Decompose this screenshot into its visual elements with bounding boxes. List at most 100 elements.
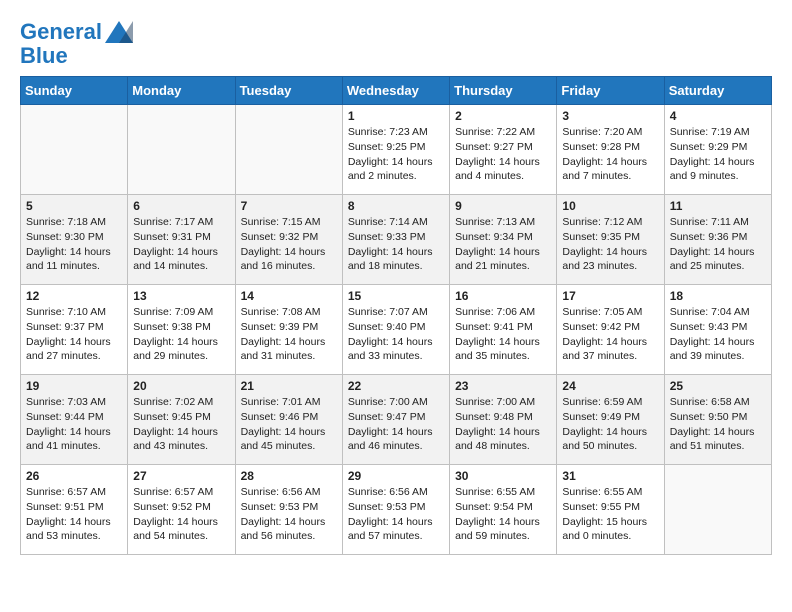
- day-info: Sunrise: 7:12 AM Sunset: 9:35 PM Dayligh…: [562, 215, 658, 274]
- calendar-cell: 20Sunrise: 7:02 AM Sunset: 9:45 PM Dayli…: [128, 375, 235, 465]
- calendar-cell: 4 Sunrise: 7:19 AM Sunset: 9:29 PM Daylig…: [664, 105, 771, 195]
- day-info: Sunrise: 6:56 AM Sunset: 9:53 PM Dayligh…: [348, 485, 444, 544]
- calendar-week-4: 19 Sunrise: 7:03 AM Sunset: 9:44 PM Dayli…: [21, 375, 772, 465]
- day-number: 16: [455, 289, 551, 303]
- day-number: 15: [348, 289, 444, 303]
- calendar-cell: 30 Sunrise: 6:55 AM Sunset: 9:54 PM Dayli…: [450, 465, 557, 555]
- calendar-cell: 31 Sunrise: 6:55 AM Sunset: 9:55 PM Dayli…: [557, 465, 664, 555]
- day-number: 24: [562, 379, 658, 393]
- calendar-cell: 1 Sunrise: 7:23 AM Sunset: 9:25 PM Daylig…: [342, 105, 449, 195]
- day-number: 25: [670, 379, 766, 393]
- day-info: Sunrise: 6:57 AM Sunset: 9:52 PM Dayligh…: [133, 485, 229, 544]
- day-number: 9: [455, 199, 551, 213]
- weekday-header-row: SundayMondayTuesdayWednesdayThursdayFrid…: [21, 77, 772, 105]
- day-number: 27: [133, 469, 229, 483]
- day-number: 28: [241, 469, 337, 483]
- day-number: 8: [348, 199, 444, 213]
- calendar-week-1: 1 Sunrise: 7:23 AM Sunset: 9:25 PM Daylig…: [21, 105, 772, 195]
- day-info: Sunrise: 7:03 AM Sunset: 9:44 PM Dayligh…: [26, 395, 122, 454]
- weekday-header-saturday: Saturday: [664, 77, 771, 105]
- day-number: 21: [241, 379, 337, 393]
- calendar-cell: 23 Sunrise: 7:00 AM Sunset: 9:48 PM Dayli…: [450, 375, 557, 465]
- day-number: 1: [348, 109, 444, 123]
- day-info: Sunrise: 7:02 AM Sunset: 9:45 PM Dayligh…: [133, 395, 229, 454]
- day-number: 14: [241, 289, 337, 303]
- page-header: General Blue: [20, 20, 772, 68]
- weekday-header-friday: Friday: [557, 77, 664, 105]
- day-number: 30: [455, 469, 551, 483]
- calendar-cell: 25 Sunrise: 6:58 AM Sunset: 9:50 PM Dayli…: [664, 375, 771, 465]
- day-number: 5: [26, 199, 122, 213]
- calendar-cell: 26 Sunrise: 6:57 AM Sunset: 9:51 PM Dayli…: [21, 465, 128, 555]
- day-info: Sunrise: 6:57 AM Sunset: 9:51 PM Dayligh…: [26, 485, 122, 544]
- day-info: Sunrise: 7:04 AM Sunset: 9:43 PM Dayligh…: [670, 305, 766, 364]
- calendar-table: SundayMondayTuesdayWednesdayThursdayFrid…: [20, 76, 772, 555]
- day-number: 26: [26, 469, 122, 483]
- day-info: Sunrise: 7:05 AM Sunset: 9:42 PM Dayligh…: [562, 305, 658, 364]
- logo-icon: [105, 21, 133, 43]
- day-info: Sunrise: 7:00 AM Sunset: 9:48 PM Dayligh…: [455, 395, 551, 454]
- calendar-cell: 14 Sunrise: 7:08 AM Sunset: 9:39 PM Dayli…: [235, 285, 342, 375]
- calendar-cell: [235, 105, 342, 195]
- weekday-header-thursday: Thursday: [450, 77, 557, 105]
- calendar-week-3: 12Sunrise: 7:10 AM Sunset: 9:37 PM Dayli…: [21, 285, 772, 375]
- day-info: Sunrise: 7:19 AM Sunset: 9:29 PM Dayligh…: [670, 125, 766, 184]
- calendar-cell: 24 Sunrise: 6:59 AM Sunset: 9:49 PM Dayli…: [557, 375, 664, 465]
- logo-text: General: [20, 20, 102, 44]
- day-number: 3: [562, 109, 658, 123]
- day-info: Sunrise: 6:55 AM Sunset: 9:54 PM Dayligh…: [455, 485, 551, 544]
- day-info: Sunrise: 6:55 AM Sunset: 9:55 PM Dayligh…: [562, 485, 658, 544]
- day-info: Sunrise: 7:09 AM Sunset: 9:38 PM Dayligh…: [133, 305, 229, 364]
- day-number: 10: [562, 199, 658, 213]
- calendar-cell: 28 Sunrise: 6:56 AM Sunset: 9:53 PM Dayli…: [235, 465, 342, 555]
- calendar-cell: 2Sunrise: 7:22 AM Sunset: 9:27 PM Daylig…: [450, 105, 557, 195]
- day-number: 6: [133, 199, 229, 213]
- weekday-header-tuesday: Tuesday: [235, 77, 342, 105]
- day-info: Sunrise: 7:10 AM Sunset: 9:37 PM Dayligh…: [26, 305, 122, 364]
- calendar-cell: 12Sunrise: 7:10 AM Sunset: 9:37 PM Dayli…: [21, 285, 128, 375]
- day-info: Sunrise: 7:20 AM Sunset: 9:28 PM Dayligh…: [562, 125, 658, 184]
- day-number: 7: [241, 199, 337, 213]
- weekday-header-sunday: Sunday: [21, 77, 128, 105]
- day-info: Sunrise: 7:00 AM Sunset: 9:47 PM Dayligh…: [348, 395, 444, 454]
- calendar-cell: 22Sunrise: 7:00 AM Sunset: 9:47 PM Dayli…: [342, 375, 449, 465]
- calendar-week-5: 26 Sunrise: 6:57 AM Sunset: 9:51 PM Dayli…: [21, 465, 772, 555]
- calendar-cell: 9Sunrise: 7:13 AM Sunset: 9:34 PM Daylig…: [450, 195, 557, 285]
- day-info: Sunrise: 7:14 AM Sunset: 9:33 PM Dayligh…: [348, 215, 444, 274]
- calendar-cell: 17 Sunrise: 7:05 AM Sunset: 9:42 PM Dayli…: [557, 285, 664, 375]
- day-info: Sunrise: 7:01 AM Sunset: 9:46 PM Dayligh…: [241, 395, 337, 454]
- calendar-cell: 29 Sunrise: 6:56 AM Sunset: 9:53 PM Dayli…: [342, 465, 449, 555]
- day-number: 19: [26, 379, 122, 393]
- day-info: Sunrise: 6:59 AM Sunset: 9:49 PM Dayligh…: [562, 395, 658, 454]
- day-info: Sunrise: 7:08 AM Sunset: 9:39 PM Dayligh…: [241, 305, 337, 364]
- day-number: 13: [133, 289, 229, 303]
- calendar-cell: 5 Sunrise: 7:18 AM Sunset: 9:30 PM Daylig…: [21, 195, 128, 285]
- day-info: Sunrise: 6:56 AM Sunset: 9:53 PM Dayligh…: [241, 485, 337, 544]
- day-number: 29: [348, 469, 444, 483]
- day-info: Sunrise: 7:18 AM Sunset: 9:30 PM Dayligh…: [26, 215, 122, 274]
- calendar-cell: [128, 105, 235, 195]
- calendar-cell: 11Sunrise: 7:11 AM Sunset: 9:36 PM Dayli…: [664, 195, 771, 285]
- day-number: 31: [562, 469, 658, 483]
- weekday-header-wednesday: Wednesday: [342, 77, 449, 105]
- calendar-cell: 18 Sunrise: 7:04 AM Sunset: 9:43 PM Dayli…: [664, 285, 771, 375]
- day-number: 4: [670, 109, 766, 123]
- day-info: Sunrise: 7:23 AM Sunset: 9:25 PM Dayligh…: [348, 125, 444, 184]
- day-number: 17: [562, 289, 658, 303]
- day-number: 18: [670, 289, 766, 303]
- calendar-cell: 19 Sunrise: 7:03 AM Sunset: 9:44 PM Dayli…: [21, 375, 128, 465]
- calendar-cell: 8 Sunrise: 7:14 AM Sunset: 9:33 PM Daylig…: [342, 195, 449, 285]
- logo: General Blue: [20, 20, 133, 68]
- logo-blue-text: Blue: [20, 44, 133, 68]
- calendar-cell: [21, 105, 128, 195]
- day-info: Sunrise: 7:06 AM Sunset: 9:41 PM Dayligh…: [455, 305, 551, 364]
- day-info: Sunrise: 7:17 AM Sunset: 9:31 PM Dayligh…: [133, 215, 229, 274]
- calendar-cell: 10 Sunrise: 7:12 AM Sunset: 9:35 PM Dayli…: [557, 195, 664, 285]
- day-info: Sunrise: 7:15 AM Sunset: 9:32 PM Dayligh…: [241, 215, 337, 274]
- day-info: Sunrise: 6:58 AM Sunset: 9:50 PM Dayligh…: [670, 395, 766, 454]
- calendar-week-2: 5 Sunrise: 7:18 AM Sunset: 9:30 PM Daylig…: [21, 195, 772, 285]
- calendar-cell: 7 Sunrise: 7:15 AM Sunset: 9:32 PM Daylig…: [235, 195, 342, 285]
- calendar-cell: 21 Sunrise: 7:01 AM Sunset: 9:46 PM Dayli…: [235, 375, 342, 465]
- day-number: 23: [455, 379, 551, 393]
- calendar-cell: 16 Sunrise: 7:06 AM Sunset: 9:41 PM Dayli…: [450, 285, 557, 375]
